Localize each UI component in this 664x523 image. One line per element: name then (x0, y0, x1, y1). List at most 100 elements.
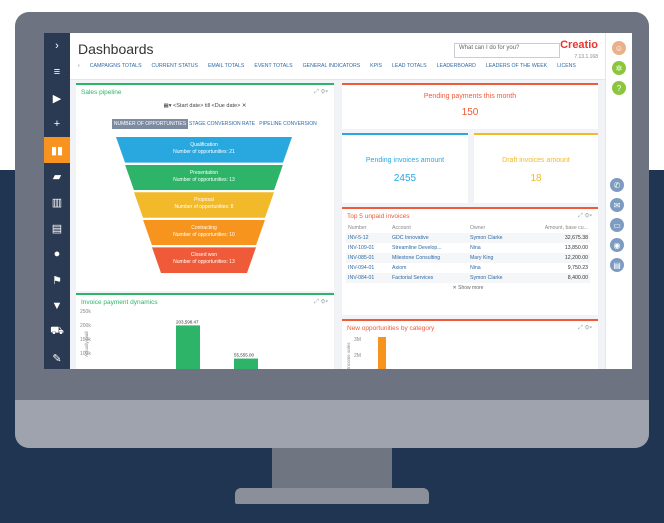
cell-owner[interactable]: Nina (468, 243, 521, 253)
metric-value: 2455 (393, 173, 417, 184)
pending-payments-widget: Pending payments this month 150 (342, 83, 598, 129)
tab[interactable]: GENERAL INDICATORS (303, 63, 361, 75)
edit-icon[interactable]: ✎ (44, 345, 70, 369)
cell-owner[interactable]: Symon Clarke (468, 233, 521, 243)
tab[interactable]: EMAIL TOTALS (208, 63, 244, 75)
table-header: Number Account Owner Amount, base cu... (346, 223, 590, 233)
widget-title: Top 5 unpaid invoices (347, 213, 410, 220)
cell-number[interactable]: INV-109-01 (346, 243, 390, 253)
cell-owner[interactable]: Mary King (468, 253, 521, 263)
stage-label: Number of opportunities: 21 (173, 149, 235, 155)
cell-number[interactable]: INV-084-01 (346, 273, 390, 283)
bar[interactable] (234, 358, 258, 369)
funnel-stage[interactable]: Proposal Number of opportunities: 8 (134, 192, 274, 218)
stage-label: Number of opportunities: 8 (174, 204, 234, 211)
pipeline-conversion-button[interactable]: PIPELINE CONVERSION (258, 119, 318, 129)
search-input[interactable]: What can I do for you? (454, 43, 560, 58)
contact-icon[interactable]: ● (44, 241, 70, 267)
play-icon[interactable]: ▶ (44, 85, 70, 111)
version-label: 7.13.1.168 (574, 54, 598, 60)
cell-owner[interactable]: Symon Clarke (468, 273, 521, 283)
stage-conversion-button[interactable]: STAGE CONVERSION RATE (188, 119, 256, 129)
phone-icon[interactable]: ✆ (610, 178, 624, 192)
email-icon[interactable]: ✉ (610, 198, 624, 212)
widget-settings-icon[interactable]: ⤢ ⚙▾ (314, 89, 328, 96)
number-of-opportunities-button[interactable]: NUMBER OF OPPORTUNITIES (112, 119, 188, 129)
flag-icon[interactable]: ⚑ (44, 267, 70, 293)
tab-prev-icon[interactable]: ‹ (78, 63, 80, 75)
cell-account[interactable]: Factorial Services (390, 273, 468, 283)
table-row[interactable]: INV-085-01 Milestone Consulting Mary King 1… (346, 253, 590, 263)
tab[interactable]: CURRENT STATUS (152, 63, 198, 75)
cell-number[interactable]: INV-085-01 (346, 253, 390, 263)
table-row[interactable]: INV-094-01 Axiom Nina 9,750.23 (346, 263, 590, 273)
accounts-icon[interactable]: ▥ (44, 189, 70, 215)
tab[interactable]: LEAD TOTALS (392, 63, 427, 75)
stage-label: Number of opportunities: 13 (173, 176, 235, 183)
avatar[interactable]: ☺ (612, 41, 626, 55)
funnel-stage[interactable]: Contracting Number of opportunities: 10 (143, 219, 265, 246)
help-icon[interactable]: ? (612, 81, 626, 95)
chat-icon[interactable]: ▰ (44, 163, 70, 189)
bar[interactable] (176, 325, 200, 369)
stage-name: Contracting (191, 224, 217, 231)
new-opportunities-chart: 3M 2MIncome sales (346, 337, 386, 369)
cell-number[interactable]: INV-094-01 (346, 263, 390, 273)
menu-icon[interactable]: ≡ (44, 59, 70, 85)
table-row[interactable]: INV-5-12 GDC Innovative Symon Clarke 32,675… (346, 233, 590, 243)
calendar-icon: ▦▾ (163, 103, 172, 109)
notifications-icon[interactable]: ◉ (610, 238, 624, 252)
draft-invoices-widget: Draft invoices amount 18 (474, 133, 598, 203)
clear-icon[interactable]: ✕ (242, 103, 247, 109)
tab[interactable]: KPIS (370, 63, 382, 75)
dashboard-icon[interactable]: ▮▮ (44, 137, 70, 163)
cell-account[interactable]: Milestone Consulting (390, 253, 468, 263)
widget-settings-icon[interactable]: ⤢ ⚙▾ (314, 299, 328, 306)
table-row[interactable]: INV-109-01 Streamline Develop... Nina 13,85… (346, 243, 590, 253)
widget-settings-icon[interactable]: ⤢ ⚙▾ (578, 213, 592, 220)
table-row[interactable]: INV-084-01 Factorial Services Symon Clarke… (346, 273, 590, 283)
cell-account[interactable]: Axiom (390, 263, 468, 273)
invoice-dynamics-widget: Invoice payment dynamics ⤢ ⚙▾ 250k 200k 15… (76, 293, 334, 369)
data-label: 203,598.47 (176, 319, 199, 324)
funnel-icon[interactable]: ▼ (44, 293, 70, 319)
tab[interactable]: LEADERS OF THE WEEK (486, 63, 547, 75)
add-icon[interactable]: + (44, 111, 70, 137)
date-range[interactable]: ▦▾ <Start date> till <Due date> ✕ (76, 103, 334, 109)
building-icon[interactable]: ▤ (44, 215, 70, 241)
tab[interactable]: LEADERBOARD (437, 63, 476, 75)
widget-settings-icon[interactable]: ⤢ ⚙▾ (578, 325, 592, 332)
y-axis-label: Actually paid (84, 331, 89, 357)
chat-icon[interactable]: ▭ (610, 218, 624, 232)
stage-name: Closed won (190, 252, 218, 259)
bar[interactable] (378, 337, 386, 369)
show-more-link[interactable]: ✕ Show more (346, 285, 590, 291)
page-header: Dashboards What can I do for you? Creati… (70, 33, 606, 80)
sales-pipeline-widget: Sales pipeline ⤢ ⚙▾ ▦▾ <Start date> till… (76, 83, 334, 291)
cell-owner[interactable]: Nina (468, 263, 521, 273)
feed-icon[interactable]: ▤ (610, 258, 624, 272)
funnel-stage[interactable]: Closed won Number of opportunities: 13 (152, 247, 256, 273)
metric-value: 18 (530, 173, 542, 184)
funnel-stage[interactable]: Qualification Number of opportunities: 21 (116, 137, 292, 163)
funnel-stage[interactable]: Presentation Number of opportunities: 13 (125, 164, 283, 191)
cart-icon[interactable]: ⛟ (44, 319, 70, 345)
widget-title: Pending payments this month (423, 93, 517, 100)
funnel-chart: Qualification Number of opportunities: 21… (116, 137, 292, 275)
top-unpaid-invoices-widget: Top 5 unpaid invoices ⤢ ⚙▾ Number Accoun… (342, 207, 598, 315)
expand-icon[interactable]: › (44, 33, 70, 59)
tab[interactable]: CAMPAIGNS TOTALS (90, 63, 142, 75)
tab[interactable]: LICENSES (557, 63, 576, 75)
monitor-stand (235, 488, 429, 504)
y-tick-label: 200k (80, 323, 91, 329)
stage-name: Qualification (190, 142, 218, 148)
widget-title: Invoice payment dynamics (81, 299, 158, 306)
y-tick-label: 2M (354, 353, 361, 359)
settings-icon[interactable]: ✲ (612, 61, 626, 75)
cell-account[interactable]: GDC Innovative (390, 233, 468, 243)
cell-account[interactable]: Streamline Develop... (390, 243, 468, 253)
cell-number[interactable]: INV-5-12 (346, 233, 390, 243)
widget-title: Sales pipeline (81, 89, 122, 96)
left-navigation: › ≡ ▶ + ▮▮ ▰ ▥ ▤ ● ⚑ ▼ ⛟ ✎ (44, 33, 70, 369)
tab[interactable]: EVENT TOTALS (254, 63, 292, 75)
